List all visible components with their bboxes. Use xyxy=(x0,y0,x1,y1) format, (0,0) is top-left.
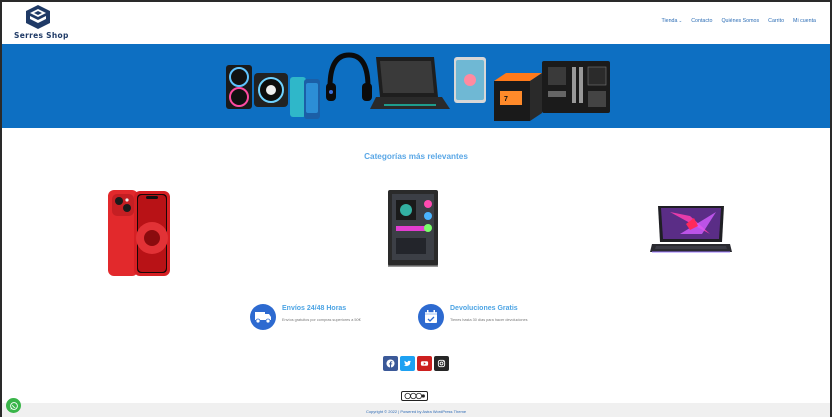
nav-item-quienes-somos[interactable]: Quiénes Somos xyxy=(721,18,759,24)
pc-tower-icon[interactable] xyxy=(384,188,442,268)
social-links xyxy=(383,356,449,371)
phone-icon xyxy=(290,77,320,119)
aio-cooler-icon xyxy=(226,65,288,109)
nav-item-carrito[interactable]: Carrito xyxy=(768,18,784,24)
feature-title: Devoluciones Gratis xyxy=(450,305,518,312)
instagram-icon[interactable] xyxy=(434,356,449,371)
whatsapp-icon[interactable] xyxy=(6,398,21,413)
youtube-icon[interactable] xyxy=(417,356,432,371)
copyright-text[interactable]: Copyright © 2022 | Powered by Astra Word… xyxy=(366,409,466,414)
feature-title: Envíos 24/48 Horas xyxy=(282,305,347,312)
site-footer: Copyright © 2022 | Powered by Astra Word… xyxy=(2,403,830,417)
nav-item-mi-cuenta[interactable]: Mi cuenta xyxy=(793,18,816,24)
twitter-icon[interactable] xyxy=(400,356,415,371)
feature-text: Tienes hasta 30 días para hacer devoluci… xyxy=(450,318,528,322)
categories-title: Categorías más relevantes xyxy=(364,152,468,161)
nav-item-label: Tienda xyxy=(661,18,678,24)
facebook-icon[interactable] xyxy=(383,356,398,371)
cpu-box-icon: 7 xyxy=(494,73,542,121)
headset-icon xyxy=(326,52,372,101)
calendar-check-icon xyxy=(418,304,444,330)
feature-text: Envíos gratuitos por compras superiores … xyxy=(282,318,361,322)
motherboard-icon xyxy=(542,61,610,113)
laptop-icon xyxy=(370,57,450,109)
brand-name: Serres Shop xyxy=(14,31,69,40)
smartphone-icon[interactable] xyxy=(106,188,172,278)
nav-item-contacto[interactable]: Contacto xyxy=(691,18,712,24)
feature-shipping: Envíos 24/48 Horas Envíos gratuitos por … xyxy=(250,302,390,332)
delivery-truck-icon xyxy=(250,304,276,330)
laptop-icon[interactable] xyxy=(650,204,732,262)
page: Serres Shop Tienda⌄ Contacto Quiénes Som… xyxy=(0,0,832,417)
site-header: Serres Shop Tienda⌄ Contacto Quiénes Som… xyxy=(2,2,830,44)
banner-products-image: 7 xyxy=(226,52,610,121)
logo[interactable]: Serres Shop xyxy=(14,5,69,41)
svg-text:7: 7 xyxy=(504,96,508,103)
logo-icon xyxy=(26,5,50,29)
tablet-icon xyxy=(454,57,486,103)
chevron-down-icon: ⌄ xyxy=(678,18,683,23)
nav-item-tienda[interactable]: Tienda⌄ xyxy=(661,18,682,24)
hero-banner: 7 xyxy=(2,44,830,128)
feature-returns: Devoluciones Gratis Tienes hasta 30 días… xyxy=(418,302,568,332)
creative-commons-icon xyxy=(401,391,428,401)
main-nav: Tienda⌄ Contacto Quiénes Somos Carrito M… xyxy=(661,18,816,24)
